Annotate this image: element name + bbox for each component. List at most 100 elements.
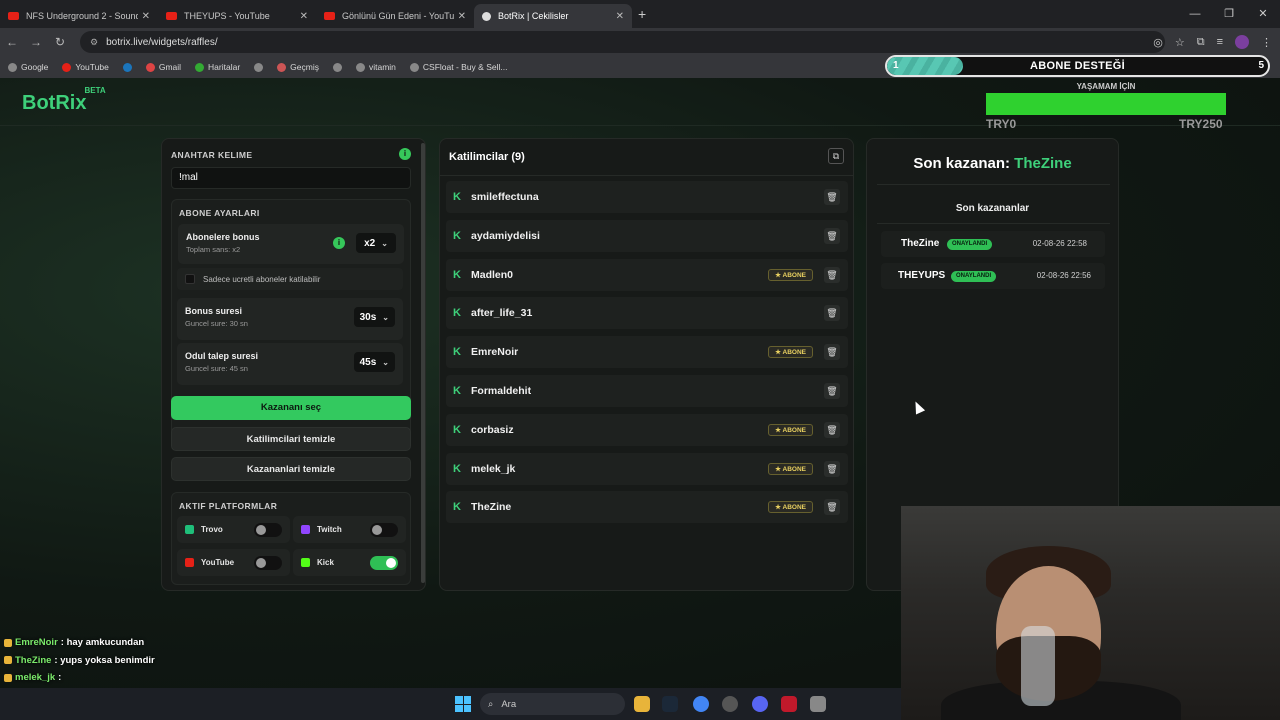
reload-icon[interactable]: ↻ [48,35,72,49]
bookmark-history[interactable]: Geçmiş [277,62,319,72]
bookmark-steam[interactable] [122,62,132,72]
chat-username: TheZine [15,654,52,666]
bookmark-globe[interactable] [254,62,264,72]
kick-icon: K [453,462,461,475]
back-icon[interactable]: ← [0,35,24,49]
donation-goal-bar [986,93,1226,115]
close-icon[interactable]: ✕ [142,11,150,22]
info-icon[interactable]: i [333,237,345,249]
participant-row: K Formaldehit 🗑 [446,375,848,407]
status-badge: ONAYLANDI [947,239,993,250]
tab-botrix[interactable]: BotRix | Cekilisler ✕ [474,4,632,28]
discord-icon[interactable] [752,696,768,712]
bookmark-gmail[interactable]: Gmail [145,62,181,72]
platform-trovo: Trovo [177,516,290,543]
clear-winners-button[interactable]: Kazananlari temizle [171,457,411,481]
extensions-icon[interactable]: ⧉ [1197,36,1205,49]
new-tab-button[interactable]: + [638,6,646,22]
menu-icon[interactable]: ⋮ [1261,36,1272,49]
reading-list-icon[interactable]: ≡ [1217,36,1223,48]
tab-gonlunu[interactable]: Gönlünü Gün Edeni - YouTu ✕ [316,4,474,28]
scrollbar[interactable] [421,143,425,583]
star-icon[interactable]: ☆ [1175,36,1185,49]
forward-icon[interactable]: → [24,35,48,49]
winner-row: THEYUPS ONAYLANDI 02-08-26 22:56 [881,263,1105,289]
tab-theyups[interactable]: THEYUPS - YouTube ✕ [158,4,316,28]
bookmark-maps[interactable]: Haritalar [195,62,240,72]
file-explorer-icon[interactable] [634,696,650,712]
url-input[interactable]: ⚙ botrix.live/widgets/raffles/ [80,31,1165,53]
close-icon[interactable]: ✕ [616,11,624,22]
bookmark-csfloat[interactable]: CSFloat - Buy & Sell... [409,62,507,72]
browser-tab-bar: NFS Underground 2 - Soundtra✕ THEYUPS - … [0,0,1280,28]
clear-participants-button[interactable]: Katilimcilari temizle [171,427,411,451]
kick-icon: K [453,385,461,397]
copy-icon[interactable]: ⧉ [828,148,844,164]
paid-only-checkbox[interactable] [185,274,195,284]
bonus-time-select[interactable]: 30s ⌄ [353,307,395,327]
csfloat-icon [409,62,419,72]
steam-icon[interactable] [662,696,678,712]
globe-icon [254,62,264,72]
bookmark-google[interactable]: Google [8,62,48,72]
botrix-logo[interactable]: BotRixBETA [22,86,108,115]
minimize-icon[interactable]: — [1178,0,1212,28]
donation-goal-max: TRY250 [1179,117,1223,131]
twitch-icon [301,525,310,534]
youtube-toggle[interactable] [254,556,282,570]
pick-winner-button[interactable]: Kazananı seç [171,396,411,420]
bonus-multiplier-select[interactable]: x2 ⌄ [356,233,396,253]
subscriber-badge: ★ ABONE [768,462,813,475]
platforms-label: AKTIF PLATFORMLAR [179,501,278,511]
close-window-icon[interactable]: ✕ [1246,0,1280,28]
leaf-icon [355,62,365,72]
trash-icon[interactable]: 🗑 [824,460,840,477]
participant-row: K Madlen0 ★ ABONE 🗑 [446,258,848,291]
info-icon[interactable]: i [399,148,411,160]
profile-avatar[interactable] [1235,35,1249,49]
close-icon[interactable]: ✕ [458,11,466,22]
trash-icon[interactable]: 🗑 [824,344,840,361]
obs-icon[interactable] [722,696,738,712]
keyword-input[interactable]: !mal [171,167,411,189]
history-icon [277,62,287,72]
trash-icon[interactable]: 🗑 [824,266,840,283]
bookmark-globe-2[interactable] [332,62,342,72]
browser-actions: ◎ ☆ ⧉ ≡ ⋮ [1153,28,1272,56]
bookmark-youtube[interactable]: YouTube [62,62,109,72]
windows-start-icon[interactable] [455,696,471,712]
youtube-icon [166,12,177,20]
platform-twitch: Twitch [293,516,406,543]
bookmark-vitamin[interactable]: vitamin [355,62,396,72]
trash-icon[interactable]: 🗑 [824,189,840,205]
chrome-icon[interactable] [693,696,709,712]
trash-icon[interactable]: 🗑 [824,421,840,438]
donation-goal-fill [986,93,1226,115]
bonus-row: Abonelere bonus Toplam sans: x2 i x2 ⌄ [178,224,404,264]
chat-text: : [58,672,62,684]
paid-only-checkbox-row[interactable]: Sadece ucretli aboneler katilabilir [177,268,403,290]
participant-name: after_life_31 [471,307,533,320]
eye-off-icon[interactable]: ◎ [1153,36,1163,49]
trovo-toggle[interactable] [254,523,282,537]
chat-text: : yups yoksa benimdir [54,654,155,666]
participant-name: EmreNoir [471,346,519,359]
site-info-icon[interactable]: ⚙ [90,37,98,48]
platform-youtube: YouTube [177,549,290,576]
app-icon[interactable] [781,696,797,712]
taskbar-search[interactable]: ⌕ Ara [480,693,625,715]
trash-icon[interactable]: 🗑 [824,227,840,244]
donation-goal-min: TRY0 [986,117,1017,131]
app-icon[interactable] [810,696,826,712]
close-icon[interactable]: ✕ [300,11,308,22]
trash-icon[interactable]: 🗑 [824,499,840,516]
kick-toggle[interactable] [370,556,398,570]
claim-time-select[interactable]: 45s ⌄ [353,352,395,372]
maximize-icon[interactable]: ❐ [1212,0,1246,28]
trash-icon[interactable]: 🗑 [824,305,840,322]
tab-nfs[interactable]: NFS Underground 2 - Soundtra✕ [0,4,158,28]
twitch-toggle[interactable] [370,523,398,537]
window-controls: — ❐ ✕ [1178,0,1280,28]
trash-icon[interactable]: 🗑 [824,383,840,399]
kick-icon: K [453,307,461,320]
